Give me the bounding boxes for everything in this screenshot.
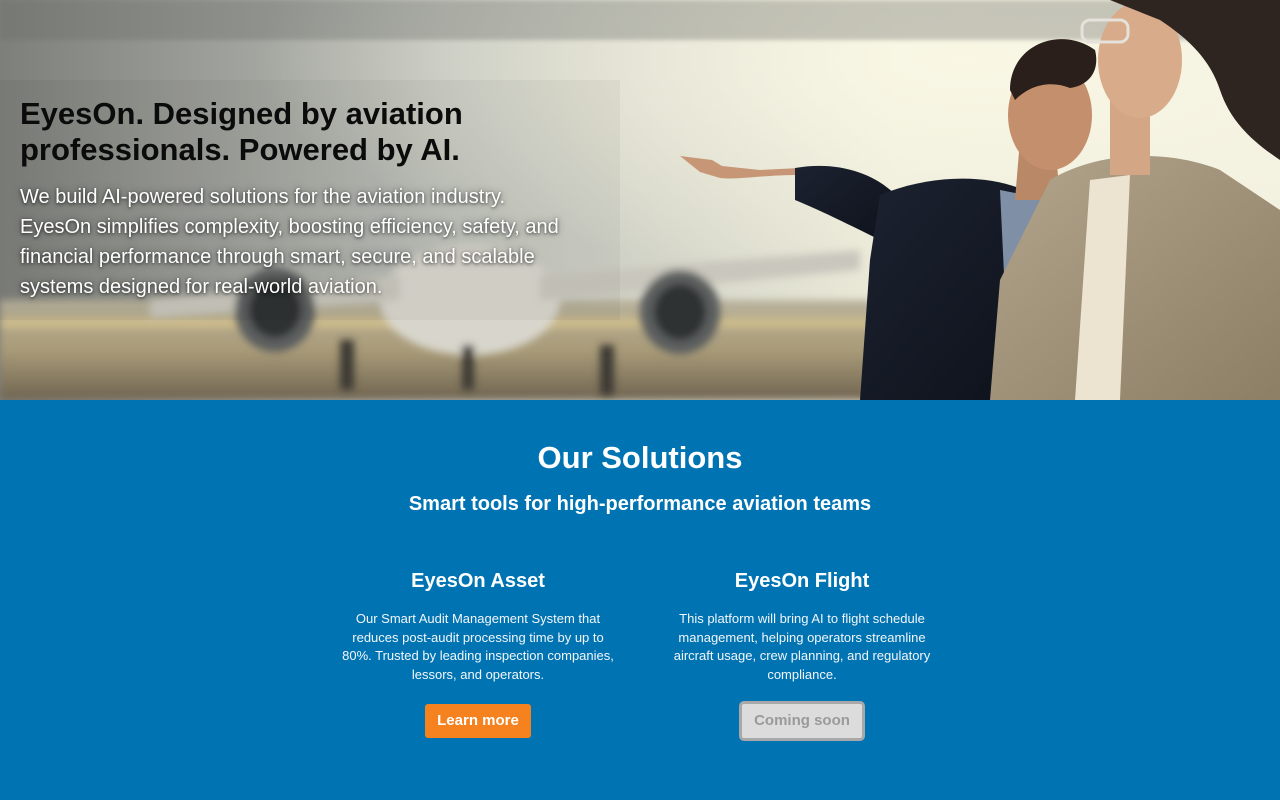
- hero-section: EyesOn. Designed by aviation professiona…: [0, 0, 1280, 400]
- hero-text-block: EyesOn. Designed by aviation professiona…: [20, 96, 580, 302]
- solution-card-flight: EyesOn Flight This platform will bring A…: [666, 566, 938, 741]
- solutions-section: Our Solutions Smart tools for high-perfo…: [0, 400, 1280, 800]
- solution-card-asset: EyesOn Asset Our Smart Audit Management …: [342, 566, 614, 741]
- coming-soon-button[interactable]: Coming soon: [739, 700, 865, 741]
- solution-card-title: EyesOn Flight: [734, 570, 870, 592]
- learn-more-button[interactable]: Learn more: [425, 703, 531, 738]
- solution-card-description: Our Smart Audit Management System that r…: [342, 611, 614, 683]
- solution-card-title: EyesOn Asset: [411, 570, 545, 592]
- solutions-cards: EyesOn Asset Our Smart Audit Management …: [0, 566, 1280, 741]
- solution-card-description: This platform will bring AI to flight sc…: [673, 611, 931, 683]
- solutions-subtitle: Smart tools for high-performance aviatio…: [408, 493, 872, 515]
- hero-title: EyesOn. Designed by aviation professiona…: [20, 96, 463, 167]
- hero-description: We build AI-powered solutions for the av…: [20, 186, 559, 298]
- solutions-title: Our Solutions: [537, 440, 743, 475]
